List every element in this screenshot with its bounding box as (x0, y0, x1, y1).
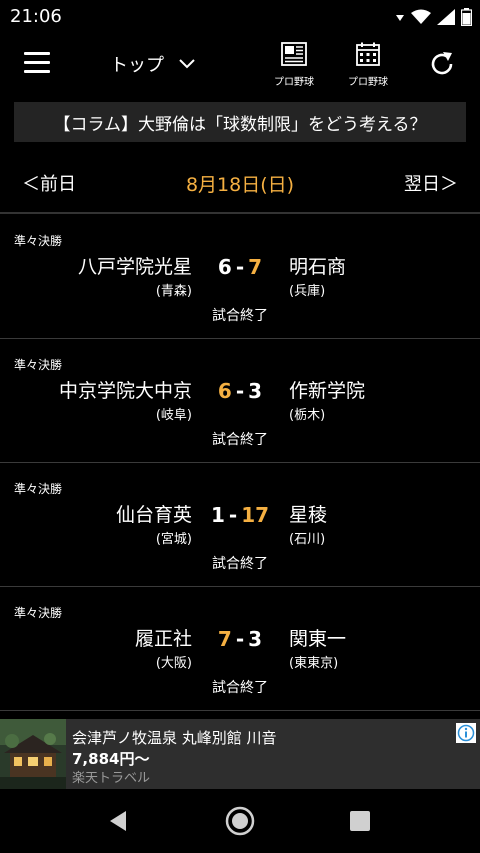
game-row[interactable]: 準々決勝 中京学院大中京 (岐阜) 6-3 作新学院 (栃木) 試合終了 (0, 340, 480, 463)
hamburger-menu-icon[interactable] (24, 52, 50, 74)
signal-icon (437, 9, 455, 25)
home-score: 7 (217, 627, 232, 651)
score: 6-7 (200, 255, 280, 283)
game-status: 試合終了 (212, 308, 268, 324)
date-navigation: ＜前日 8月18日(日) 翌日＞ (0, 150, 480, 214)
ad-title: 会津芦ノ牧温泉 丸峰別館 川音 (72, 729, 277, 747)
pro-baseball-schedule-button[interactable]: プロ野球 (338, 42, 398, 90)
game-row[interactable]: 準々決勝 仙台育英 (宮城) 1-17 星稜 (石川) 試合終了 (0, 464, 480, 587)
game-row[interactable]: 準々決勝 八戸学院光星 (青森) 6-7 明石商 (兵庫) 試合終了 (0, 216, 480, 339)
home-team: 八戸学院光星 (77, 256, 192, 278)
recent-apps-icon[interactable] (350, 811, 370, 831)
notification-arrow-icon (396, 15, 404, 21)
status-bar: 21:06 (0, 0, 480, 32)
ad-source: 楽天トラベル (72, 771, 151, 786)
away-prefecture: (兵庫) (289, 284, 326, 299)
home-icon[interactable] (225, 806, 255, 836)
home-team: 中京学院大中京 (58, 380, 192, 402)
home-team: 履正社 (134, 628, 192, 650)
home-team: 仙台育英 (115, 504, 192, 526)
away-team: 作新学院 (289, 380, 366, 402)
home-prefecture: (大阪) (155, 656, 192, 671)
app-bar: トップ プロ野球 プロ野球 (0, 32, 480, 96)
game-row[interactable]: 準々決勝 履正社 (大阪) 7-3 関東一 (東東京) 試合終了 (0, 588, 480, 711)
battery-icon (461, 8, 472, 26)
away-score: 7 (248, 255, 263, 279)
back-icon[interactable] (106, 809, 130, 833)
game-status: 試合終了 (212, 432, 268, 448)
away-team: 関東一 (289, 628, 347, 650)
score-dash: - (235, 255, 245, 279)
pro-baseball-schedule-label: プロ野球 (348, 77, 388, 88)
home-prefecture: (宮城) (155, 532, 192, 547)
column-banner[interactable]: 【コラム】大野倫は「球数制限」をどう考える？ (14, 102, 466, 142)
system-nav-bar (0, 789, 480, 853)
away-team: 明石商 (289, 256, 347, 278)
score: 6-3 (200, 379, 280, 407)
away-score: 17 (241, 503, 270, 527)
away-score: 3 (248, 379, 263, 403)
prev-day-button[interactable]: ＜前日 (22, 170, 76, 196)
away-prefecture: (東東京) (289, 656, 339, 671)
away-prefecture: (栃木) (289, 408, 326, 423)
game-round: 準々決勝 (14, 482, 63, 496)
chevron-down-icon (179, 59, 195, 69)
ad-price: 7,884円〜 (72, 750, 150, 768)
calendar-icon (356, 42, 380, 66)
game-status: 試合終了 (212, 680, 268, 696)
score: 1-17 (200, 503, 280, 531)
game-round: 準々決勝 (14, 358, 63, 372)
home-prefecture: (青森) (155, 284, 192, 299)
away-score: 3 (248, 627, 263, 651)
home-score: 6 (217, 379, 232, 403)
newspaper-icon (281, 42, 307, 66)
score-dash: - (235, 627, 245, 651)
status-time: 21:06 (10, 6, 62, 27)
game-round: 準々決勝 (14, 234, 63, 248)
game-status: 試合終了 (212, 556, 268, 572)
score-dash: - (235, 379, 245, 403)
pro-baseball-news-label: プロ野球 (274, 77, 314, 88)
refresh-icon[interactable] (428, 50, 456, 78)
home-prefecture: (岐阜) (155, 408, 192, 423)
home-score: 6 (217, 255, 232, 279)
score-dash: - (228, 503, 238, 527)
top-dropdown[interactable]: トップ (110, 50, 196, 78)
score: 7-3 (200, 627, 280, 655)
top-dropdown-label: トップ (110, 55, 164, 76)
game-round: 準々決勝 (14, 606, 63, 620)
wifi-icon (411, 9, 431, 24)
ad-choices-icon[interactable] (456, 723, 476, 743)
away-prefecture: (石川) (289, 532, 326, 547)
ad-banner[interactable]: 会津芦ノ牧温泉 丸峰別館 川音 7,884円〜 楽天トラベル (0, 719, 480, 789)
hotel-photo (0, 719, 66, 789)
home-score: 1 (210, 503, 225, 527)
status-icons (395, 7, 472, 27)
away-team: 星稜 (289, 504, 328, 526)
pro-baseball-news-button[interactable]: プロ野球 (264, 42, 324, 90)
next-day-button[interactable]: 翌日＞ (404, 170, 458, 196)
column-banner-text: 【コラム】大野倫は「球数制限」をどう考える？ (53, 114, 427, 135)
